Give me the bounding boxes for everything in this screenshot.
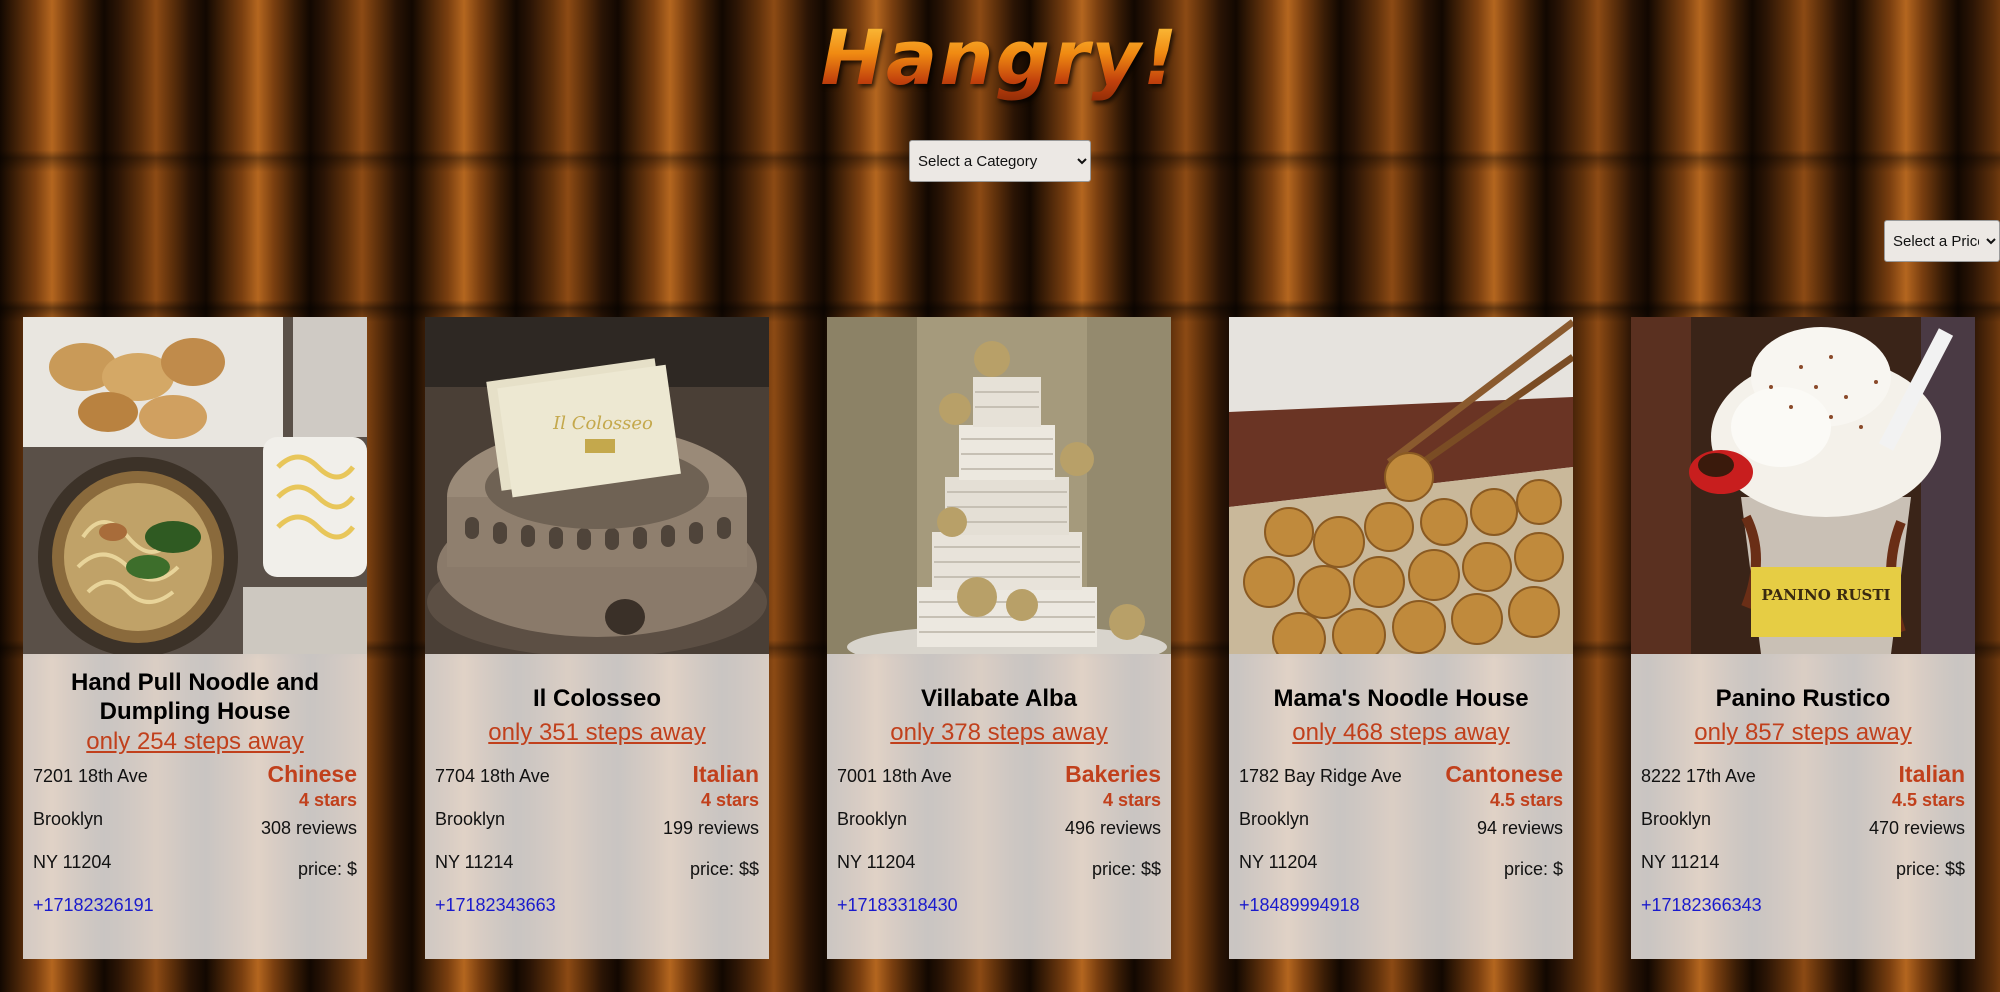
price-select[interactable]: Select a Price <box>1884 220 2000 262</box>
svg-text:Il Colosseo: Il Colosseo <box>552 413 653 434</box>
address-state-zip: NY 11214 <box>1641 852 1720 872</box>
fried-balls-chopsticks-photo <box>1229 317 1573 654</box>
restaurant-info: Hand Pull Noodle and Dumpling House only… <box>23 654 367 959</box>
steps-away-link[interactable]: only 857 steps away <box>1631 719 1975 747</box>
restaurant-photo <box>1229 317 1573 654</box>
price-level: price: $$ <box>1895 859 1965 879</box>
wedding-cake-photo <box>827 317 1171 654</box>
restaurant-info: Mama's Noodle House only 468 steps away … <box>1229 654 1573 959</box>
price-level: price: $ <box>297 859 357 879</box>
restaurant-photo: PANINO RUSTI <box>1631 317 1975 654</box>
steps-away-link[interactable]: only 468 steps away <box>1229 719 1573 747</box>
phone-link[interactable]: +17182326191 <box>33 894 154 916</box>
phone-link[interactable]: +18489994918 <box>1239 894 1360 916</box>
steps-away-link[interactable]: only 378 steps away <box>827 719 1171 747</box>
restaurant-name: Panino Rustico <box>1715 685 1891 712</box>
header: Hangry! Select a Category Select a Price <box>0 0 2000 300</box>
category-label: Chinese <box>267 761 357 787</box>
category-label: Italian <box>1898 761 1965 787</box>
address-city: Brooklyn <box>837 809 908 829</box>
address-state-zip: NY 11204 <box>837 852 916 872</box>
phone-link[interactable]: +17182343663 <box>435 894 556 916</box>
restaurant-photo <box>827 317 1171 654</box>
address-city: Brooklyn <box>435 809 506 829</box>
steps-away-link[interactable]: only 351 steps away <box>425 719 769 747</box>
address-street: 7201 18th Ave <box>33 766 148 786</box>
whipped-cream-dessert-cup-photo: PANINO RUSTI <box>1631 317 1975 654</box>
address-street: 1782 Bay Ridge Ave <box>1239 766 1402 786</box>
restaurant-card: Il Colosseo Il Colosseo only 351 steps a… <box>425 317 769 959</box>
address-street: 7704 18th Ave <box>435 766 550 786</box>
steps-away-link[interactable]: only 254 steps away <box>23 728 367 756</box>
star-rating: 4.5 stars <box>1891 790 1965 810</box>
restaurant-name: Hand Pull Noodle and Dumpling House <box>70 669 319 725</box>
restaurant-card: Villabate Alba only 378 steps away 7001 … <box>827 317 1171 959</box>
colosseum-card-holder-photo: Il Colosseo <box>425 317 769 654</box>
phone-link[interactable]: +17182366343 <box>1641 894 1762 916</box>
app-logo: Hangry! <box>0 12 2000 104</box>
review-count: 308 reviews <box>260 818 357 838</box>
address-street: 7001 18th Ave <box>837 766 952 786</box>
review-count: 94 reviews <box>1476 818 1563 838</box>
restaurant-info: Panino Rustico only 857 steps away 8222 … <box>1631 654 1975 959</box>
review-count: 496 reviews <box>1064 818 1161 838</box>
address-state-zip: NY 11204 <box>33 852 112 872</box>
price-filter-wrap: Select a Price <box>0 220 2000 262</box>
star-rating: 4 stars <box>298 790 357 810</box>
restaurant-name: Mama's Noodle House <box>1273 685 1529 712</box>
star-rating: 4 stars <box>1102 790 1161 810</box>
star-rating: 4 stars <box>700 790 759 810</box>
review-count: 470 reviews <box>1868 818 1965 838</box>
address-city: Brooklyn <box>33 809 104 829</box>
restaurant-card-list: Hand Pull Noodle and Dumpling House only… <box>0 317 2000 959</box>
restaurant-card: Mama's Noodle House only 468 steps away … <box>1229 317 1573 959</box>
restaurant-photo: Il Colosseo <box>425 317 769 654</box>
category-filter-wrap: Select a Category <box>0 140 2000 182</box>
phone-link[interactable]: +17183318430 <box>837 894 958 916</box>
restaurant-name: Villabate Alba <box>920 685 1078 712</box>
restaurant-card: PANINO RUSTI Panino Rustico only 857 ste… <box>1631 317 1975 959</box>
address-state-zip: NY 11214 <box>435 852 514 872</box>
price-level: price: $$ <box>689 859 759 879</box>
address-city: Brooklyn <box>1239 809 1310 829</box>
category-label: Bakeries <box>1065 761 1161 787</box>
cup-label-text: PANINO RUSTI <box>1761 586 1890 604</box>
review-count: 199 reviews <box>662 818 759 838</box>
category-label: Italian <box>692 761 759 787</box>
address-state-zip: NY 11204 <box>1239 852 1318 872</box>
category-select[interactable]: Select a Category <box>909 140 1091 182</box>
restaurant-photo <box>23 317 367 654</box>
restaurant-info: Il Colosseo only 351 steps away 7704 18t… <box>425 654 769 959</box>
price-level: price: $ <box>1503 859 1563 879</box>
price-level: price: $$ <box>1091 859 1161 879</box>
category-label: Cantonese <box>1445 761 1563 787</box>
star-rating: 4.5 stars <box>1489 790 1563 810</box>
restaurant-info: Villabate Alba only 378 steps away 7001 … <box>827 654 1171 959</box>
noodle-soup-dumplings-photo <box>23 317 367 654</box>
restaurant-card: Hand Pull Noodle and Dumpling House only… <box>23 317 367 959</box>
address-street: 8222 17th Ave <box>1641 766 1756 786</box>
restaurant-name: Il Colosseo <box>532 685 662 712</box>
address-city: Brooklyn <box>1641 809 1712 829</box>
